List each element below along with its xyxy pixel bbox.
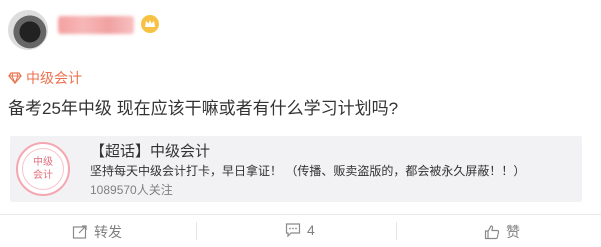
avatar[interactable]	[8, 10, 48, 50]
share-label[interactable]: 转发	[94, 222, 122, 242]
action-separator	[396, 222, 397, 240]
logo-line1: 中级	[33, 157, 53, 168]
divider	[0, 214, 601, 215]
diamond-icon	[8, 72, 22, 85]
action-separator	[196, 222, 197, 240]
share-icon	[72, 225, 87, 239]
like-label[interactable]: 赞	[506, 222, 520, 242]
username-blurred[interactable]	[58, 16, 134, 34]
card-followers: 1089570人关注	[90, 183, 173, 197]
logo-line2: 会计	[33, 170, 53, 181]
like-button[interactable]: 赞	[484, 222, 520, 242]
card-description: 坚持每天中级会计打卡，早日拿证！ （传播、贩卖盗版的，都会被永久屏蔽！！）	[90, 164, 526, 178]
comment-count[interactable]: 4	[307, 222, 315, 238]
share-button[interactable]: 转发	[72, 222, 122, 242]
comment-icon	[285, 223, 301, 238]
supertopic-card[interactable]: 中级 会计 【超话】中级会计 坚持每天中级会计打卡，早日拿证！ （传播、贩卖盗版…	[10, 136, 582, 202]
like-icon	[484, 225, 500, 240]
comment-button[interactable]: 4	[285, 222, 315, 238]
card-title[interactable]: 【超话】中级会计	[90, 140, 210, 161]
post-text: 备考25年中级 现在应该干嘛或者有什么学习计划吗?	[8, 99, 399, 118]
vip-crown-icon	[141, 15, 159, 33]
topic-tag[interactable]: 中级会计	[8, 68, 82, 88]
topic-tag-label[interactable]: 中级会计	[26, 68, 82, 88]
supertopic-logo: 中级 会计	[16, 142, 70, 196]
